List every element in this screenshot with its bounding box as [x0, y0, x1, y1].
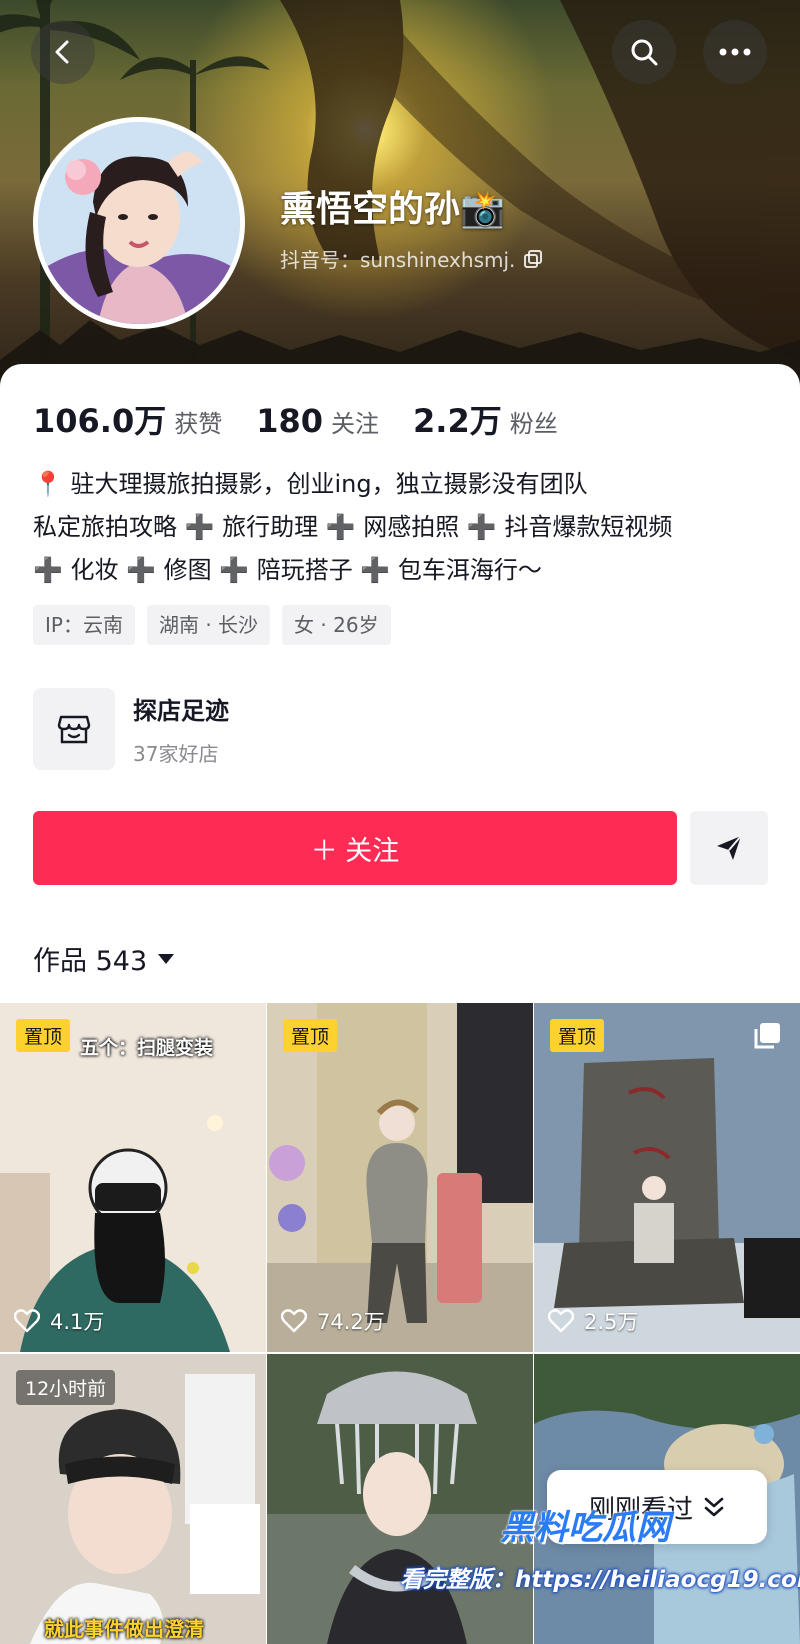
followers-label[interactable]: 粉丝: [510, 404, 558, 439]
pinned-badge: 置顶: [283, 1019, 338, 1052]
following-count[interactable]: 180: [256, 402, 323, 440]
avatar-image: [38, 122, 240, 324]
like-count: 74.2万: [281, 1306, 385, 1336]
followers-count[interactable]: 2.2万: [413, 396, 502, 442]
tab-works[interactable]: 作品 543: [33, 939, 175, 978]
bio-line: 私定旅拍攻略 ➕ 旅行助理 ➕ 网感拍照 ➕ 抖音爆款短视频: [33, 513, 673, 541]
double-chevron-down-icon: [704, 1497, 724, 1517]
ip-tag: IP：云南: [33, 605, 135, 645]
nickname: 熏悟空的孙📸: [280, 189, 505, 230]
back-button[interactable]: [31, 20, 95, 84]
send-icon: [717, 835, 742, 860]
follow-button[interactable]: ＋ 关注: [33, 811, 677, 885]
following-label[interactable]: 关注: [331, 404, 379, 439]
like-count-value: 74.2万: [317, 1310, 385, 1334]
bio: 📍 驻大理摄旅拍摄影，创业ing，独立摄影没有团队 私定旅拍攻略 ➕ 旅行助理 …: [33, 463, 773, 592]
location-tag: 湖南 · 长沙: [146, 605, 271, 645]
video-caption: 五个：扫腿变装: [80, 1037, 214, 1059]
shop-visits-entry[interactable]: 探店足迹 37家好店: [33, 688, 229, 770]
share-button[interactable]: [690, 811, 768, 885]
gender-age-tag: 女 · 26岁: [282, 605, 391, 645]
search-icon: [631, 39, 658, 66]
more-button[interactable]: [703, 20, 767, 84]
more-icon: [719, 48, 751, 56]
shop-icon-box: [33, 688, 115, 770]
search-button[interactable]: [612, 20, 676, 84]
works-tab-label: 作品 543: [33, 946, 148, 977]
like-count-value: 4.1万: [50, 1310, 105, 1334]
douyin-id: 抖音号：sunshinexhsmj.: [280, 248, 516, 272]
likes-label: 获赞: [174, 410, 223, 438]
pinned-badge: 置顶: [550, 1019, 605, 1052]
video-cover-image: [267, 1003, 533, 1352]
bio-line: ➕ 化妆 ➕ 修图 ➕ 陪玩搭子 ➕ 包车洱海行～: [33, 556, 542, 584]
posted-time-badge: 12小时前: [16, 1370, 116, 1405]
heart-icon: [14, 1309, 40, 1333]
video-thumb[interactable]: 置顶 2.5万: [534, 1003, 800, 1352]
video-thumb[interactable]: [267, 1354, 533, 1644]
heart-icon: [281, 1309, 307, 1333]
copy-icon[interactable]: [523, 249, 543, 269]
heart-icon: [548, 1309, 574, 1333]
site-watermark-url: 看完整版：https://heiliaocg19.com: [400, 1567, 800, 1593]
profile-tags: IP：云南 湖南 · 长沙 女 · 26岁: [33, 605, 391, 645]
caret-down-icon: [158, 953, 175, 964]
video-thumb[interactable]: 12小时前 就此事件做出澄清: [0, 1354, 266, 1644]
stats-row: 106.0万 获赞 180 关注 2.2万 粉丝: [33, 396, 592, 442]
like-count: 4.1万: [14, 1306, 104, 1336]
shop-title: 探店足迹: [133, 697, 229, 725]
video-grid: 置顶 五个：扫腿变装 4.1万 置顶 74.2万 置顶 2.5万 12小时前 就…: [0, 1003, 800, 1644]
video-cover-image: [534, 1003, 800, 1352]
video-cover-image: [267, 1354, 533, 1644]
douyin-id-row[interactable]: 抖音号：sunshinexhsmj.: [280, 244, 543, 273]
video-thumb[interactable]: 置顶 74.2万: [267, 1003, 533, 1352]
video-thumb[interactable]: 置顶 五个：扫腿变装 4.1万: [0, 1003, 266, 1352]
likes-count: 106.0万: [33, 402, 167, 440]
video-caption: 就此事件做出澄清: [44, 1617, 204, 1641]
like-count-value: 2.5万: [584, 1310, 639, 1334]
pinned-badge: 置顶: [16, 1019, 71, 1052]
profile-cover: 熏悟空的孙📸 抖音号：sunshinexhsmj.: [0, 0, 800, 400]
bio-line: 📍 驻大理摄旅拍摄影，创业ing，独立摄影没有团队: [33, 470, 588, 498]
back-arrow-icon: [55, 40, 69, 64]
like-count: 2.5万: [548, 1306, 638, 1336]
site-watermark: 黑料吃瓜网: [500, 1508, 670, 1548]
multi-image-icon: [754, 1023, 780, 1049]
store-icon: [57, 715, 91, 744]
avatar[interactable]: [33, 117, 245, 329]
shop-subtitle: 37家好店: [133, 742, 219, 766]
